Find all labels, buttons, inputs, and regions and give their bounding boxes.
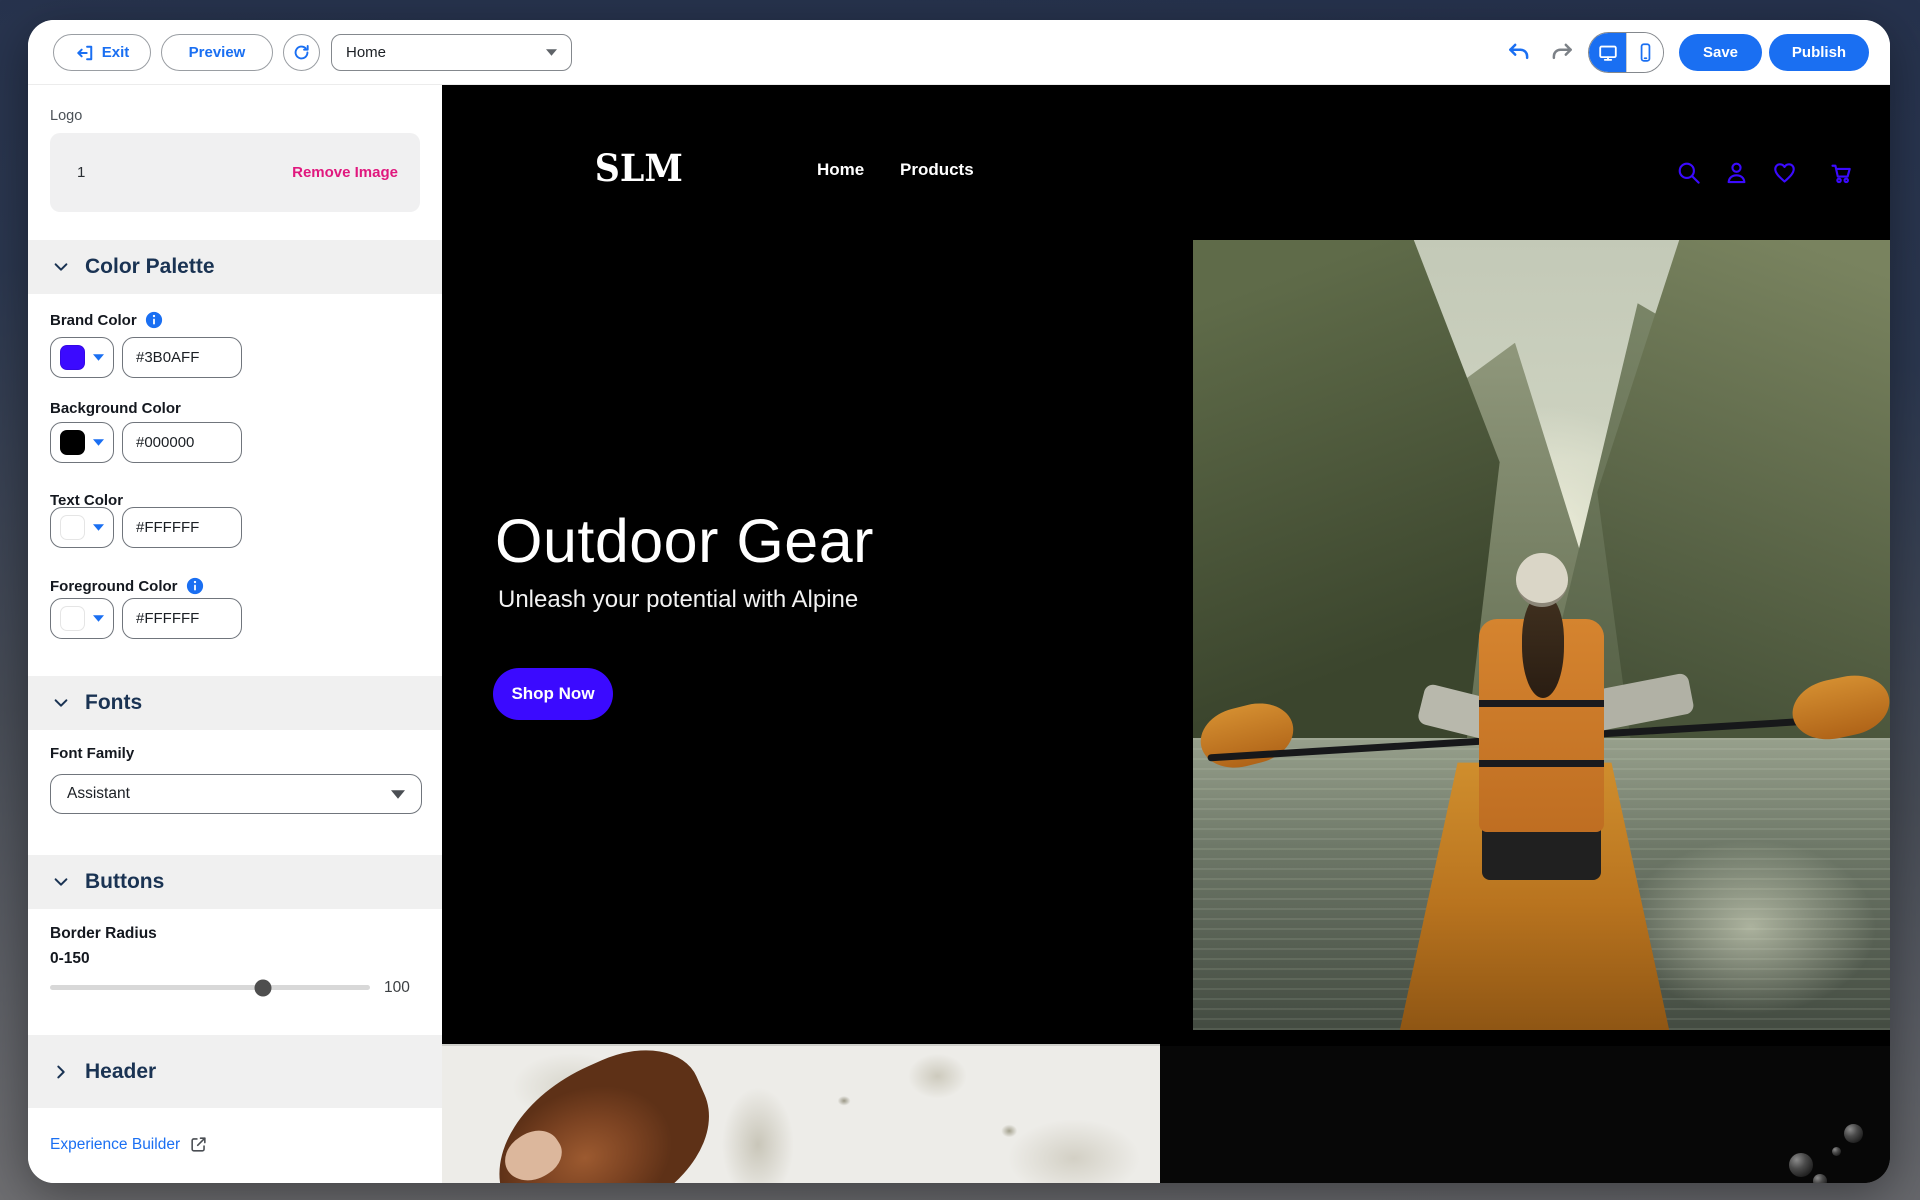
buttons-section-header[interactable]: Buttons [28,855,442,909]
foreground-color-chip [60,606,85,631]
site-header: SLM Home Products [442,85,1890,240]
text-color-chip [60,515,85,540]
font-family-value: Assistant [67,785,391,803]
account-icon[interactable] [1723,159,1750,186]
hero-title: Outdoor Gear [495,506,874,576]
color-palette-section-header[interactable]: Color Palette [28,240,442,294]
refresh-icon [292,43,311,62]
foreground-color-label: Foreground Color [50,577,204,595]
mobile-icon [1635,42,1656,63]
exit-button[interactable]: Exit [53,34,151,71]
header-section-header[interactable]: Header [28,1035,442,1108]
external-link-icon [189,1135,208,1154]
info-icon[interactable] [145,311,163,329]
redo-icon [1549,40,1575,66]
border-radius-slider[interactable] [50,985,370,990]
shop-now-button[interactable]: Shop Now [493,668,613,720]
font-family-dropdown[interactable]: Assistant [50,774,422,814]
font-family-label: Font Family [50,745,134,762]
search-icon[interactable] [1675,159,1702,186]
desktop-background: Exit Preview Home [0,0,1920,1200]
exit-icon [75,43,95,63]
undo-icon [1506,40,1532,66]
border-radius-range-label: 0-150 [50,950,90,968]
chevron-down-icon [52,694,70,712]
experience-builder-link[interactable]: Experience Builder [50,1135,208,1154]
border-radius-value: 100 [384,979,410,997]
brand-color-swatch-dropdown[interactable] [50,337,114,378]
brand-color-label: Brand Color [50,311,163,329]
logo-slot-card: 1 Remove Image [50,133,420,212]
foreground-color-hex-input[interactable] [122,598,242,639]
chevron-down-icon [52,873,70,891]
color-palette-title: Color Palette [85,255,215,279]
remove-image-button[interactable]: Remove Image [292,164,398,181]
dark-section-image [1160,1046,1890,1183]
undo-button[interactable] [1506,40,1532,66]
editor-toolbar: Exit Preview Home [28,20,1890,85]
mobile-view-toggle[interactable] [1626,33,1663,72]
brand-color-hex-input[interactable] [122,337,242,378]
hero-subtitle: Unleash your potential with Alpine [498,586,858,614]
wishlist-heart-icon[interactable] [1771,159,1798,186]
buttons-title: Buttons [85,870,164,894]
logo-section-label: Logo [50,108,82,124]
logo-slot-number: 1 [77,164,292,181]
background-color-label: Background Color [50,400,181,417]
kayak-hero-image [1193,240,1890,1030]
text-color-swatch-dropdown[interactable] [50,507,114,548]
chevron-down-icon [52,258,70,276]
preview-label: Preview [189,44,246,61]
page-selector-dropdown[interactable]: Home [331,34,572,71]
background-color-swatch-dropdown[interactable] [50,422,114,463]
exit-label: Exit [102,44,130,61]
cart-icon[interactable] [1828,159,1855,186]
chevron-right-icon [52,1063,70,1081]
publish-label: Publish [1792,44,1846,61]
fonts-title: Fonts [85,691,142,715]
publish-button[interactable]: Publish [1769,34,1869,71]
site-nav-home[interactable]: Home [817,160,864,180]
brand-color-chip [60,345,85,370]
hero-section: Outdoor Gear Unleash your potential with… [442,240,1890,1046]
site-nav-products[interactable]: Products [900,160,974,180]
refresh-button[interactable] [283,34,320,71]
page-selector-value: Home [346,44,546,61]
site-preview: SLM Home Products [442,85,1890,1183]
border-radius-slider-thumb[interactable] [255,979,272,996]
chevron-down-icon [546,49,557,56]
device-toggle [1588,32,1664,73]
foreground-color-swatch-dropdown[interactable] [50,598,114,639]
next-sections-row [442,1046,1890,1183]
site-logo[interactable]: SLM [595,146,683,190]
save-label: Save [1703,44,1738,61]
info-icon[interactable] [186,577,204,595]
save-button[interactable]: Save [1679,34,1762,71]
marble-section-image [442,1046,1160,1183]
fonts-section-header[interactable]: Fonts [28,676,442,730]
desktop-view-toggle[interactable] [1589,33,1626,72]
header-title: Header [85,1060,156,1084]
border-radius-label: Border Radius [50,925,157,943]
redo-button[interactable] [1549,40,1575,66]
settings-sidebar: Logo 1 Remove Image Color Palette Brand … [28,85,442,1183]
text-color-hex-input[interactable] [122,507,242,548]
background-color-chip [60,430,85,455]
preview-button[interactable]: Preview [161,34,273,71]
desktop-icon [1597,42,1619,64]
editor-window: Exit Preview Home [28,20,1890,1183]
background-color-hex-input[interactable] [122,422,242,463]
